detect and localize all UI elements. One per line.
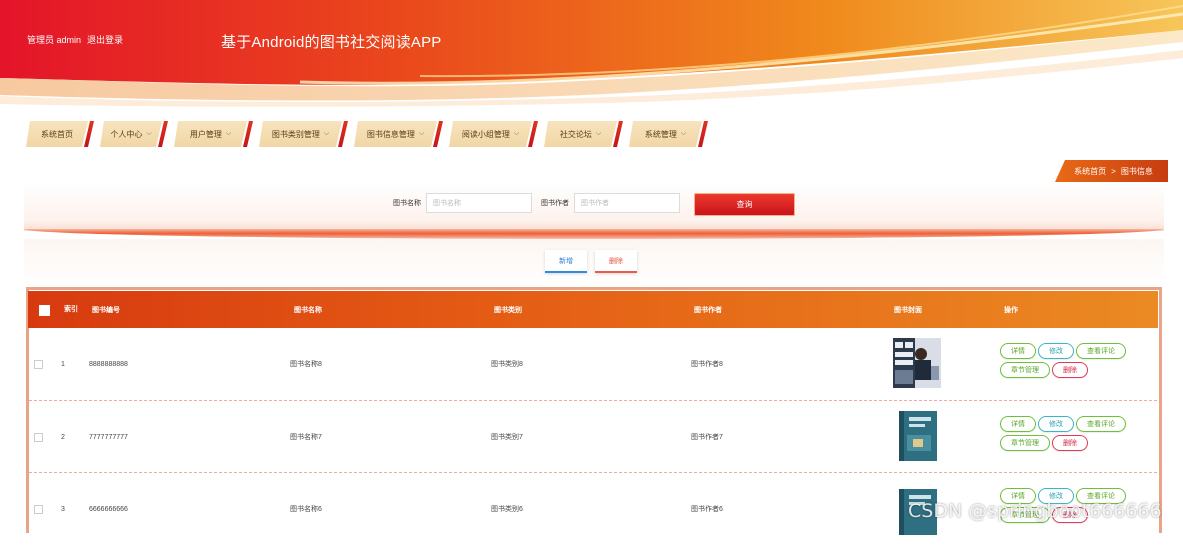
nav-label: 个人中心 bbox=[110, 129, 143, 139]
action-band bbox=[24, 239, 1164, 286]
edit-button[interactable]: 修改 bbox=[1038, 343, 1074, 359]
row-checkbox[interactable] bbox=[34, 433, 43, 442]
nav-item-reading-group[interactable]: 阅读小组管理 ⌵ bbox=[449, 121, 538, 147]
search-button[interactable]: 查询 bbox=[694, 193, 795, 216]
col-name: 图书名称 bbox=[294, 306, 322, 314]
nav-label: 社交论坛 bbox=[559, 129, 592, 139]
chevron-down-icon: ⌵ bbox=[680, 130, 687, 137]
search-name-group: 图书名称 图书名称 bbox=[393, 193, 532, 213]
cell-name: 图书名称7 bbox=[290, 434, 322, 441]
col-author: 图书作者 bbox=[694, 306, 722, 314]
delete-button[interactable]: 删除 bbox=[1052, 435, 1088, 451]
banner-waves bbox=[0, 0, 1183, 108]
cell-author: 图书作者6 bbox=[691, 506, 723, 513]
row-actions: 详情 修改 查看评论 章节管理 删除 bbox=[1000, 416, 1150, 451]
col-ops: 操作 bbox=[1004, 306, 1018, 314]
cell-code: 7777777777 bbox=[89, 433, 128, 441]
chevron-down-icon: ⌵ bbox=[323, 130, 330, 137]
user-info: 管理员 admin 退出登录 bbox=[27, 33, 123, 46]
delete-button[interactable]: 删除 bbox=[1052, 362, 1088, 378]
nav-item-system-management[interactable]: 系统管理 ⌵ bbox=[629, 121, 708, 147]
cell-name: 图书名称8 bbox=[290, 361, 322, 368]
main-nav: 系统首页 个人中心 ⌵ 用户管理 ⌵ 图书类别管理 ⌵ 图书信息管理 ⌵ 阅读小组管理 ⌵… bbox=[26, 121, 714, 147]
nav-label: 系统首页 bbox=[41, 129, 73, 139]
nav-label: 系统管理 bbox=[644, 129, 677, 139]
chapter-management-button[interactable]: 章节管理 bbox=[1000, 435, 1050, 451]
cell-index: 1 bbox=[61, 360, 65, 368]
app-title: 基于Android的图书社交阅读APP bbox=[221, 34, 442, 51]
cell-category: 图书类别7 bbox=[491, 434, 523, 441]
nav-label: 阅读小组管理 bbox=[461, 129, 510, 139]
breadcrumb-separator: > bbox=[1111, 166, 1116, 176]
select-all-checkbox[interactable] bbox=[39, 305, 50, 316]
edit-button[interactable]: 修改 bbox=[1038, 416, 1074, 432]
nav-label: 图书类别管理 bbox=[271, 129, 320, 139]
watermark: CSDN @springboot666666 bbox=[908, 500, 1162, 522]
view-comments-button[interactable]: 查看评论 bbox=[1076, 416, 1126, 432]
nav-item-personal-center[interactable]: 个人中心 ⌵ bbox=[100, 121, 168, 147]
nav-label: 用户管理 bbox=[189, 129, 222, 139]
col-category: 图书类别 bbox=[494, 306, 522, 314]
batch-delete-button[interactable]: 删除 bbox=[595, 250, 637, 273]
row-checkbox[interactable] bbox=[34, 360, 43, 369]
book-cover-image bbox=[891, 336, 943, 390]
detail-button[interactable]: 详情 bbox=[1000, 416, 1036, 432]
logout-link[interactable]: 退出登录 bbox=[87, 33, 123, 46]
nav-item-social-forum[interactable]: 社交论坛 ⌵ bbox=[544, 121, 623, 147]
cell-code: 6666666666 bbox=[89, 505, 128, 513]
add-button[interactable]: 新增 bbox=[545, 250, 587, 273]
chevron-down-icon: ⌵ bbox=[595, 130, 602, 137]
nav-item-book-info[interactable]: 图书信息管理 ⌵ bbox=[354, 121, 443, 147]
book-name-input[interactable]: 图书名称 bbox=[426, 193, 532, 213]
table-row: 1 8888888888 图书名称8 图书类别8 图书作者8 详情 修改 查看评… bbox=[29, 328, 1157, 400]
col-cover: 图书封面 bbox=[894, 306, 922, 314]
col-code: 图书编号 bbox=[92, 306, 120, 314]
book-author-input[interactable]: 图书作者 bbox=[574, 193, 680, 213]
search-author-label: 图书作者 bbox=[541, 200, 569, 207]
row-checkbox[interactable] bbox=[34, 505, 43, 514]
cell-author: 图书作者7 bbox=[691, 434, 723, 441]
chevron-down-icon: ⌵ bbox=[513, 130, 520, 137]
row-actions: 详情 修改 查看评论 章节管理 删除 bbox=[1000, 343, 1150, 378]
cell-category: 图书类别8 bbox=[491, 361, 523, 368]
search-author-group: 图书作者 图书作者 bbox=[541, 193, 680, 213]
user-role: 管理员 admin bbox=[27, 35, 82, 45]
search-divider bbox=[24, 229, 1164, 239]
breadcrumb-home[interactable]: 系统首页 bbox=[1074, 166, 1106, 177]
col-index: 索引 bbox=[64, 305, 78, 313]
search-name-label: 图书名称 bbox=[393, 200, 421, 207]
chevron-down-icon: ⌵ bbox=[146, 130, 152, 137]
chevron-down-icon: ⌵ bbox=[418, 130, 425, 137]
nav-item-home[interactable]: 系统首页 bbox=[26, 121, 94, 147]
cell-index: 3 bbox=[61, 505, 65, 513]
view-comments-button[interactable]: 查看评论 bbox=[1076, 343, 1126, 359]
chevron-down-icon: ⌵ bbox=[225, 130, 232, 137]
breadcrumb: 系统首页 > 图书信息 bbox=[1055, 160, 1168, 182]
cell-author: 图书作者8 bbox=[691, 361, 723, 368]
header-banner: 管理员 admin 退出登录 基于Android的图书社交阅读APP bbox=[0, 0, 1183, 108]
cell-category: 图书类别6 bbox=[491, 506, 523, 513]
nav-item-book-category[interactable]: 图书类别管理 ⌵ bbox=[259, 121, 348, 147]
book-cover-image bbox=[891, 409, 943, 463]
nav-label: 图书信息管理 bbox=[366, 129, 415, 139]
table-row: 2 7777777777 图书名称7 图书类别7 图书作者7 详情 修改 查看评… bbox=[29, 401, 1157, 473]
chapter-management-button[interactable]: 章节管理 bbox=[1000, 362, 1050, 378]
detail-button[interactable]: 详情 bbox=[1000, 343, 1036, 359]
breadcrumb-current: 图书信息 bbox=[1120, 166, 1153, 176]
cell-name: 图书名称6 bbox=[290, 506, 322, 513]
cell-index: 2 bbox=[61, 433, 65, 441]
table-header: 索引 图书编号 图书名称 图书类别 图书作者 图书封面 操作 bbox=[28, 291, 1158, 328]
cell-code: 8888888888 bbox=[89, 360, 128, 368]
nav-item-user-management[interactable]: 用户管理 ⌵ bbox=[174, 121, 253, 147]
